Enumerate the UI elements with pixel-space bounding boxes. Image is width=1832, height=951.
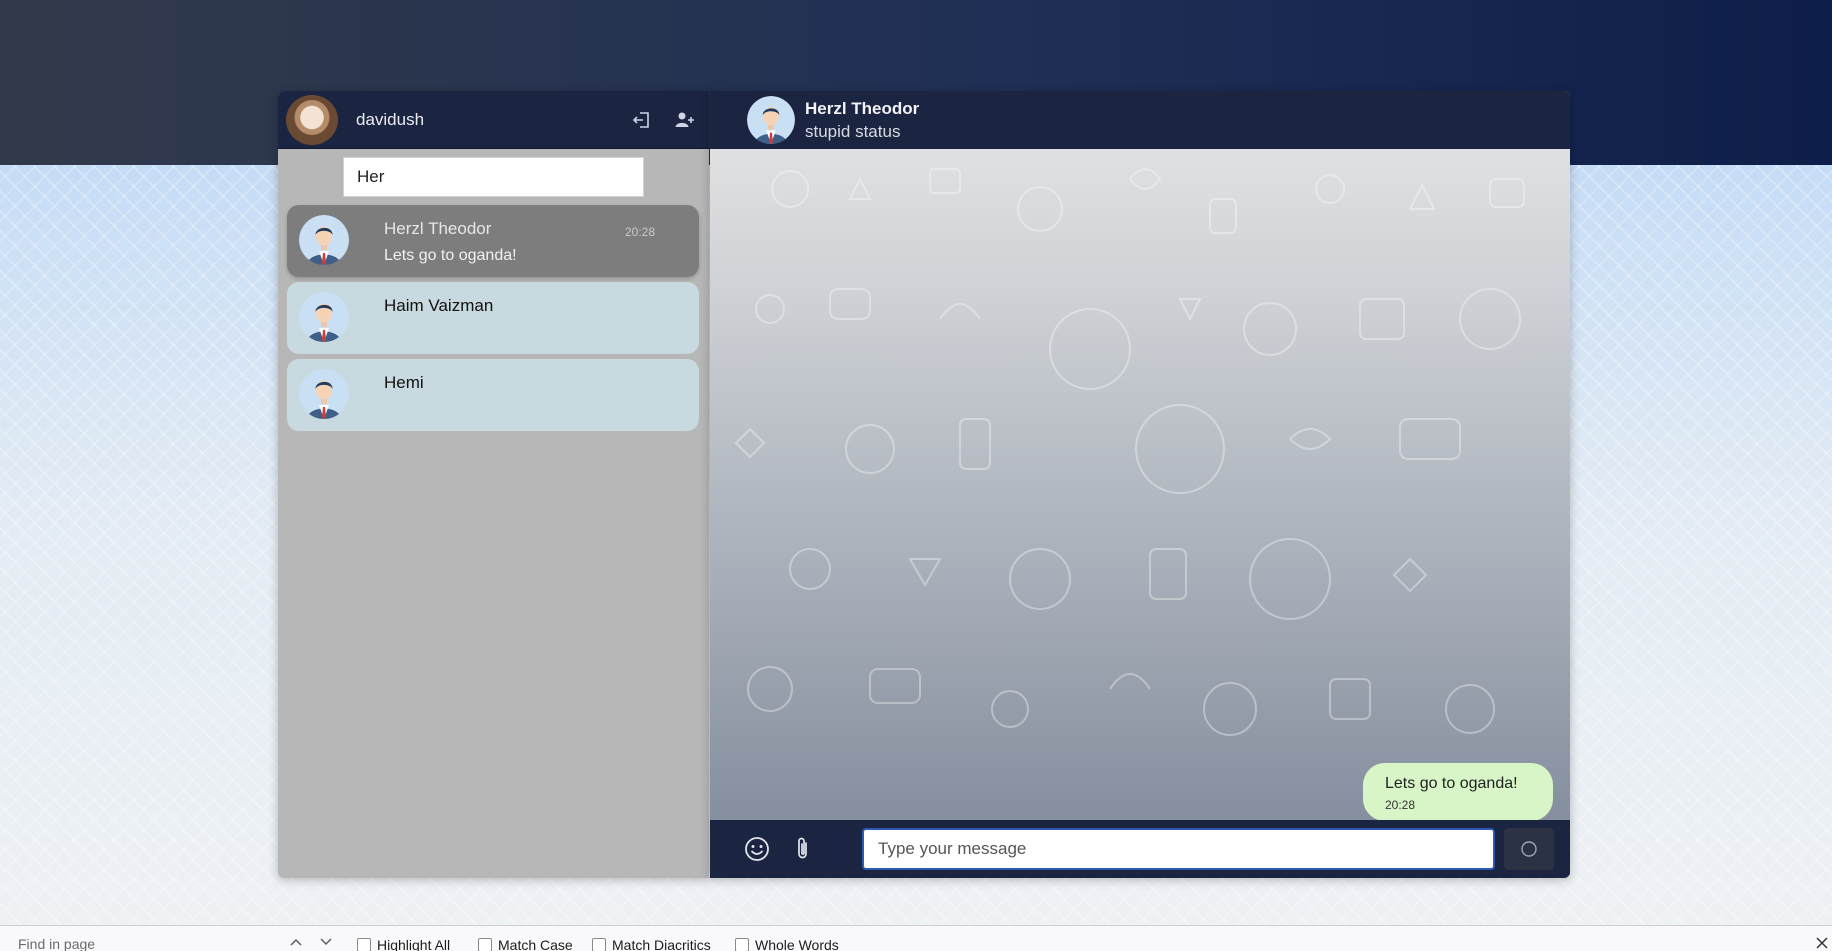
chat-item-name: Herzl Theodor xyxy=(384,219,492,238)
send-button[interactable] xyxy=(1504,828,1554,870)
username-label: davidush xyxy=(356,109,425,129)
emoji-icon[interactable] xyxy=(742,834,772,864)
user-avatar[interactable] xyxy=(286,94,338,145)
chat-search xyxy=(278,149,709,197)
conversation-contact-info: Herzl Theodor stupid status xyxy=(805,99,919,142)
chat-wallpaper-pattern xyxy=(734,168,1525,736)
chat-item-last-message: Lets go to oganda! xyxy=(384,247,517,264)
checkbox-box xyxy=(592,938,606,951)
chat-list: Herzl Theodor Lets go to oganda! 20:28 H… xyxy=(278,197,709,431)
find-previous-icon[interactable] xyxy=(288,935,304,949)
checkbox-box xyxy=(478,938,492,951)
conversation-header: Herzl Theodor stupid status xyxy=(710,91,1570,149)
checkbox-label: Highlight All xyxy=(377,937,451,951)
find-next-icon[interactable] xyxy=(318,935,334,949)
outgoing-message: Lets go to oganda! 20:28 xyxy=(1363,763,1553,821)
chat-item-name: Hemi xyxy=(384,373,424,392)
message-compose-bar xyxy=(710,820,1570,878)
logout-icon[interactable] xyxy=(625,104,657,136)
whole-words-checkbox[interactable]: Whole Words xyxy=(735,937,839,951)
match-case-checkbox[interactable]: Match Case xyxy=(478,937,573,951)
add-user-icon[interactable] xyxy=(669,104,701,136)
conversation-contact-status: stupid status xyxy=(805,121,901,141)
conversation-panel: Herzl Theodor stupid status Lets go to o… xyxy=(710,91,1570,878)
match-diacritics-checkbox[interactable]: Match Diacritics xyxy=(592,937,711,951)
checkbox-box xyxy=(735,938,749,951)
chat-item-haim-vaizman[interactable]: Haim Vaizman xyxy=(287,282,699,354)
conversation-contact-avatar[interactable] xyxy=(747,96,795,144)
chat-item-time: 20:28 xyxy=(624,225,655,239)
message-input[interactable] xyxy=(862,828,1495,870)
highlight-all-checkbox[interactable]: Highlight All xyxy=(357,937,450,951)
checkbox-label: Whole Words xyxy=(755,937,839,951)
message-time: 20:28 xyxy=(1385,798,1416,812)
chat-item-herzl-theodor[interactable]: Herzl Theodor Lets go to oganda! 20:28 xyxy=(287,205,699,277)
checkbox-label: Match Case xyxy=(498,937,573,951)
send-icon xyxy=(1521,841,1537,857)
sidebar-header: davidush xyxy=(278,91,709,149)
find-in-page-bar: Highlight All Match Case Match Diacritic… xyxy=(0,925,1832,951)
contact-avatar xyxy=(299,292,349,342)
sidebar: davidush Herzl Theodor Lets go to oganda… xyxy=(278,91,709,878)
message-text: Lets go to oganda! xyxy=(1385,775,1518,792)
checkbox-label: Match Diacritics xyxy=(612,937,711,951)
checkbox-box xyxy=(357,938,371,951)
chat-search-input[interactable] xyxy=(343,157,644,197)
chat-item-name: Haim Vaizman xyxy=(384,296,494,315)
paperclip-icon[interactable] xyxy=(788,834,818,864)
find-in-page-input[interactable] xyxy=(8,932,258,951)
contact-avatar xyxy=(299,369,349,419)
close-icon[interactable] xyxy=(1814,935,1830,951)
conversation-contact-name: Herzl Theodor xyxy=(805,98,920,118)
chat-item-hemi[interactable]: Hemi xyxy=(287,359,699,431)
contact-avatar xyxy=(299,215,349,265)
